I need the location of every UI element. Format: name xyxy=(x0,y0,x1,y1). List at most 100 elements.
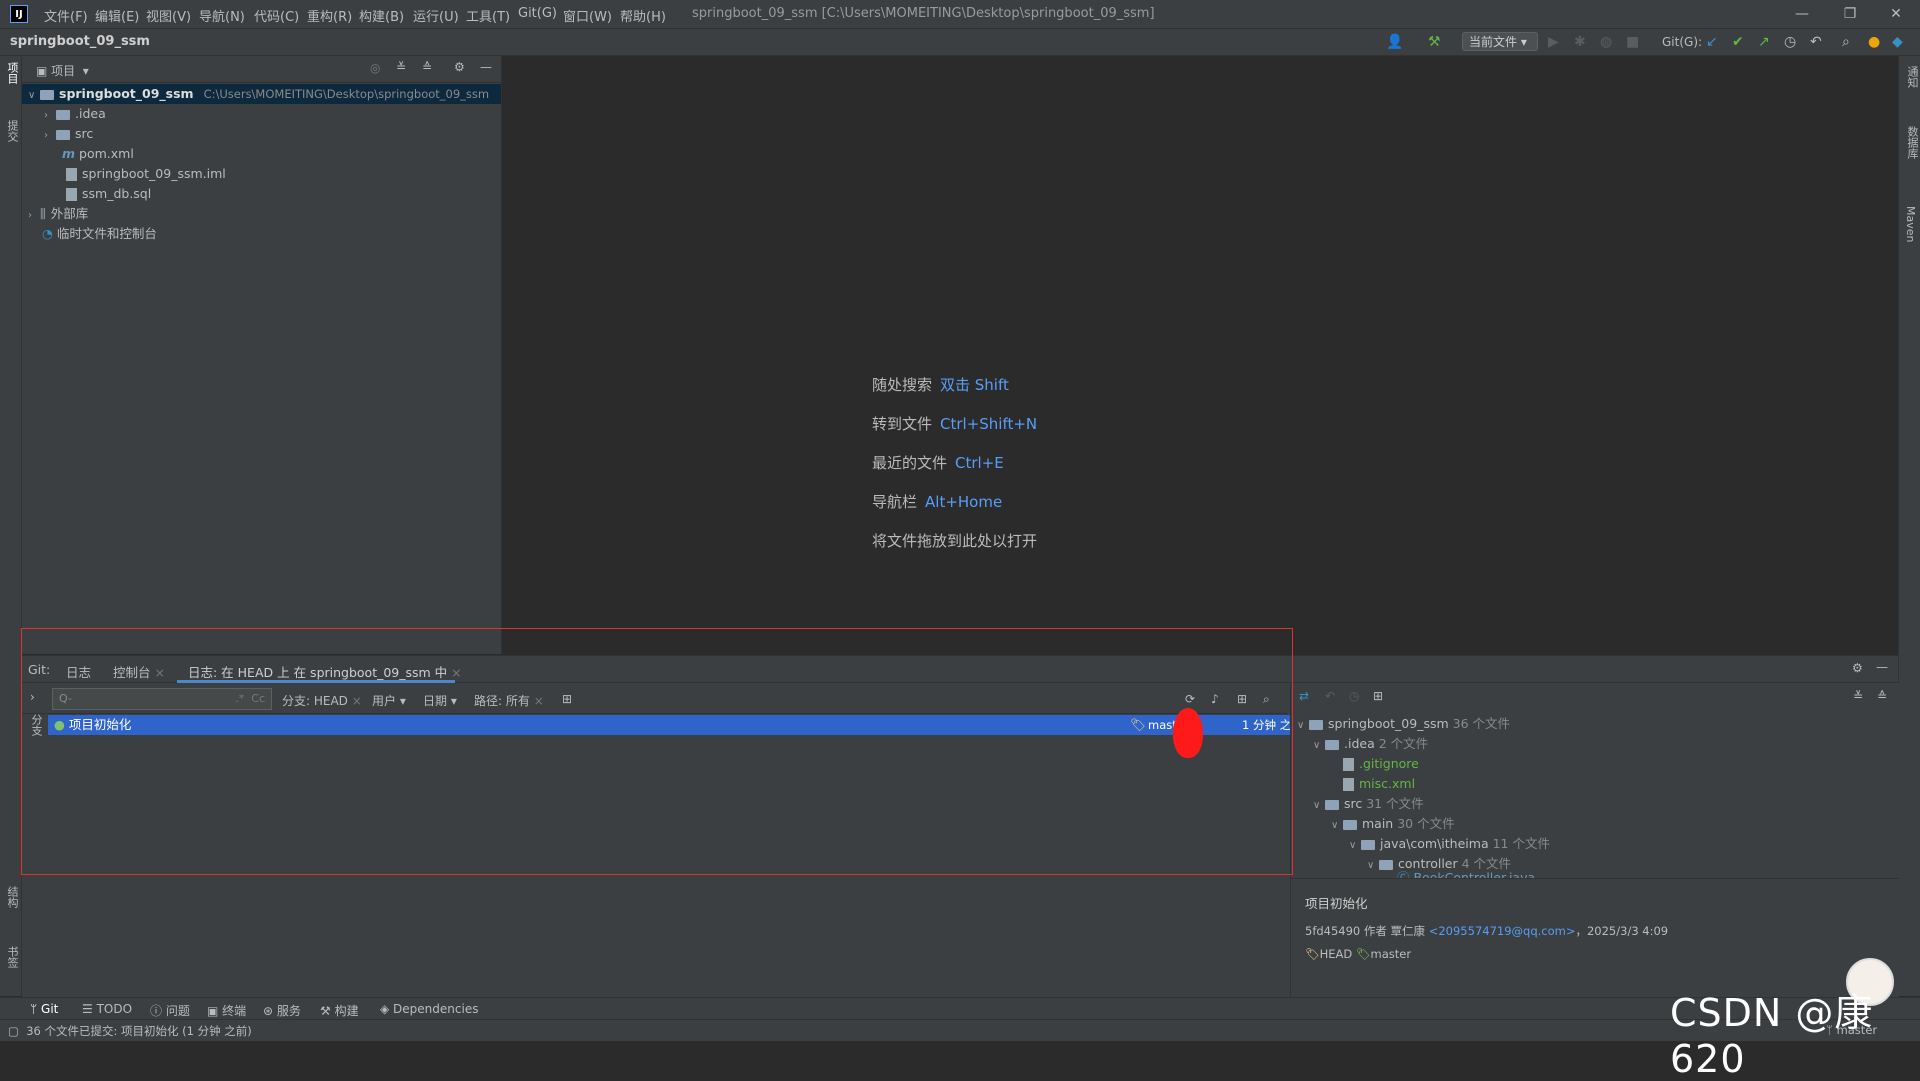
debug-icon[interactable]: ✱ xyxy=(1574,32,1594,52)
changes-misc[interactable]: misc.xml xyxy=(1343,774,1415,794)
menu-edit[interactable]: 编辑(E) xyxy=(95,6,139,25)
refresh-icon[interactable]: ⟳ xyxy=(1185,692,1195,706)
changes-main[interactable]: ∨ main 30 个文件 xyxy=(1331,814,1455,834)
problems-tool-button[interactable]: ⓘ 问题 xyxy=(150,1002,190,1019)
chevron-down-icon[interactable]: ∨ xyxy=(1313,796,1325,816)
breadcrumb-project[interactable]: springboot_09_ssm xyxy=(10,34,150,49)
menu-tools[interactable]: 工具(T) xyxy=(466,6,510,25)
git-update-icon[interactable]: ↙ xyxy=(1706,32,1726,52)
tree-item-scratches[interactable]: ◔ 临时文件和控制台 xyxy=(22,224,501,244)
menu-build[interactable]: 构建(B) xyxy=(359,6,404,25)
branch-filter[interactable]: 分支: HEAD × xyxy=(282,692,362,709)
commit-row[interactable]: ● 项目初始化 🏷 master 1 分钟 之前 xyxy=(48,715,1310,735)
tree-item-idea[interactable]: › .idea xyxy=(22,104,501,124)
close-tab-icon[interactable]: × xyxy=(451,665,461,680)
tree-root[interactable]: ∨ springboot_09_ssm C:\Users\MOMEITING\De… xyxy=(22,84,501,104)
changes-gitignore[interactable]: .gitignore xyxy=(1343,754,1419,774)
structure-tool-tab[interactable]: 结构 xyxy=(4,886,20,908)
hide-panel-icon[interactable]: — xyxy=(480,60,492,74)
expand-all-icon[interactable]: ≚ xyxy=(1853,689,1863,703)
chevron-down-icon[interactable]: ∨ xyxy=(1349,836,1361,856)
branches-tab[interactable]: 分支 xyxy=(28,714,44,736)
settings-gear-icon[interactable]: ⚙ xyxy=(454,60,465,74)
tree-item-iml[interactable]: springboot_09_ssm.iml xyxy=(22,164,501,184)
locate-icon[interactable]: ◎ xyxy=(370,61,380,75)
changes-src[interactable]: ∨ src 31 个文件 xyxy=(1313,794,1424,814)
path-filter[interactable]: 路径: 所有 × xyxy=(474,692,544,709)
bookmarks-tool-tab[interactable]: 书签 xyxy=(4,946,20,968)
revert-icon[interactable]: ↶ xyxy=(1325,689,1335,703)
tree-item-pom[interactable]: m pom.xml xyxy=(22,144,501,164)
close-window-button[interactable]: ✕ xyxy=(1876,4,1916,24)
close-tab-icon[interactable]: × xyxy=(155,665,165,680)
build-tool-button[interactable]: ⚒ 构建 xyxy=(320,1002,359,1019)
chevron-down-icon[interactable]: ∨ xyxy=(28,86,40,106)
tab-log-head[interactable]: 日志: 在 HEAD 上 在 springboot_09_ssm 中 × xyxy=(188,662,462,681)
menu-git[interactable]: Git(G) xyxy=(518,6,557,21)
run-icon[interactable]: ▶ xyxy=(1548,32,1568,52)
details-email[interactable]: <2095574719@qq.com> xyxy=(1429,924,1576,938)
chevron-down-icon[interactable]: ∨ xyxy=(1367,856,1379,876)
user-filter[interactable]: 用户 ▾ xyxy=(372,692,406,709)
services-tool-button[interactable]: ⊛ 服务 xyxy=(263,1002,301,1019)
log-search-input[interactable]: Q- .* Cc xyxy=(52,688,272,710)
hide-panel-icon[interactable]: — xyxy=(1876,660,1888,674)
ide-logo-icon[interactable]: ◆ xyxy=(1892,32,1912,52)
restore-button[interactable]: ❐ xyxy=(1830,4,1870,24)
changes-root[interactable]: ∨ springboot_09_ssm 36 个文件 xyxy=(1297,714,1510,734)
collapse-all-icon[interactable]: ≙ xyxy=(422,60,432,74)
expand-all-icon[interactable]: ≚ xyxy=(396,60,406,74)
commit-tool-tab[interactable]: 提交 xyxy=(4,120,20,142)
build-hammer-icon[interactable]: ⚒ xyxy=(1428,32,1448,52)
status-message[interactable]: ▢ 36 个文件已提交: 项目初始化 (1 分钟 之前) xyxy=(8,1023,252,1039)
changes-package[interactable]: ∨ java\com\itheima 11 个文件 xyxy=(1349,834,1550,854)
project-tool-tab[interactable]: 项目 xyxy=(4,62,20,84)
chevron-down-icon[interactable]: ∨ xyxy=(1331,816,1343,836)
menu-code[interactable]: 代码(C) xyxy=(254,6,299,25)
cherry-pick-icon[interactable]: ♪ xyxy=(1211,692,1219,706)
changes-idea[interactable]: ∨ .idea 2 个文件 xyxy=(1313,734,1428,754)
coverage-icon[interactable]: ◍ xyxy=(1600,32,1620,52)
terminal-tool-button[interactable]: ▣ 终端 xyxy=(207,1002,246,1019)
chevron-right-icon[interactable]: › xyxy=(44,106,56,126)
graph-options-icon[interactable]: ⊞ xyxy=(1237,692,1247,706)
run-config-select[interactable]: 当前文件 ▾ xyxy=(1462,32,1538,51)
menu-window[interactable]: 窗口(W) xyxy=(563,6,612,25)
chevron-down-icon[interactable]: ∨ xyxy=(1297,716,1309,736)
tab-log[interactable]: 日志 xyxy=(66,662,91,681)
menu-view[interactable]: 视图(V) xyxy=(146,6,191,25)
group-by-icon[interactable]: ⊞ xyxy=(1373,689,1383,703)
tree-item-src[interactable]: › src xyxy=(22,124,501,144)
menu-refactor[interactable]: 重构(R) xyxy=(307,6,352,25)
new-tab-icon[interactable]: ⊞ xyxy=(562,692,572,706)
chevron-right-icon[interactable]: › xyxy=(44,126,56,146)
git-tool-button[interactable]: ᛘ Git xyxy=(30,1002,58,1016)
history-icon[interactable]: ◷ xyxy=(1784,32,1804,52)
menu-run[interactable]: 运行(U) xyxy=(413,6,459,25)
chevron-down-icon[interactable]: ∨ xyxy=(1313,736,1325,756)
tree-item-external-libraries[interactable]: › ⫼ 外部库 xyxy=(22,204,501,224)
stop-icon[interactable]: ■ xyxy=(1626,32,1646,52)
notifications-tool-tab[interactable]: 通知 xyxy=(1904,66,1920,88)
settings-gear-icon[interactable]: ⚙ xyxy=(1852,661,1863,675)
editor-area[interactable]: 随处搜索 双击 Shift 转到文件 Ctrl+Shift+N 最近的文件 Ctrl+… xyxy=(502,56,1898,654)
menu-navigate[interactable]: 导航(N) xyxy=(199,6,245,25)
search-everywhere-icon[interactable]: ⌕ xyxy=(1842,32,1862,52)
dependencies-tool-button[interactable]: ◈ Dependencies xyxy=(380,1002,478,1016)
chevron-right-icon[interactable]: › xyxy=(28,206,40,226)
project-view-selector[interactable]: ▣ 项目 ▾ xyxy=(36,62,89,79)
menu-file[interactable]: 文件(F) xyxy=(44,6,88,25)
update-icon[interactable]: ● xyxy=(1868,32,1888,52)
maven-tool-tab[interactable]: Maven xyxy=(1904,206,1917,242)
minimize-button[interactable]: — xyxy=(1782,4,1822,24)
history-icon[interactable]: ◷ xyxy=(1349,689,1359,703)
compare-icon[interactable]: ⇄ xyxy=(1299,689,1309,703)
menu-help[interactable]: 帮助(H) xyxy=(620,6,666,25)
database-tool-tab[interactable]: 数据库 xyxy=(1904,126,1920,159)
date-filter[interactable]: 日期 ▾ xyxy=(423,692,457,709)
collapse-all-icon[interactable]: ≙ xyxy=(1877,689,1887,703)
tab-console[interactable]: 控制台 × xyxy=(113,662,165,681)
git-commit-icon[interactable]: ✔ xyxy=(1732,32,1752,52)
rollback-icon[interactable]: ↶ xyxy=(1810,32,1830,52)
user-icon[interactable]: 👤 xyxy=(1386,32,1406,52)
